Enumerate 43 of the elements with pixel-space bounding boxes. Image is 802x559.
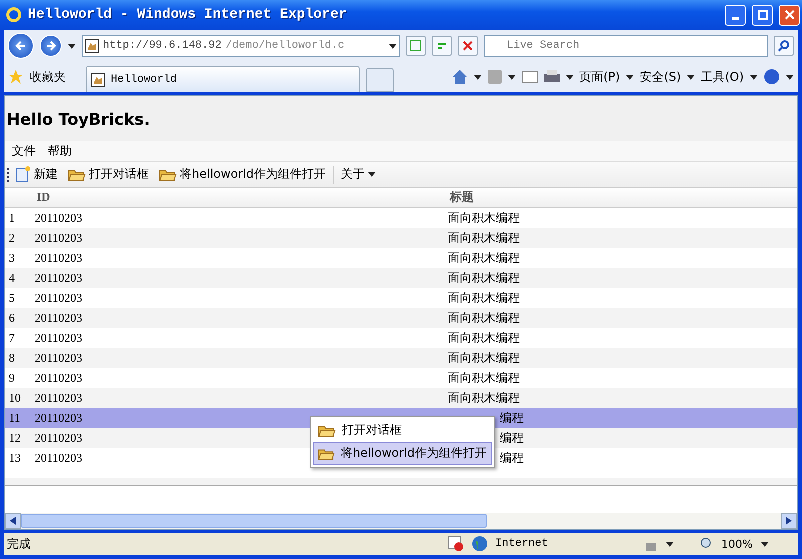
row-number: 8	[9, 350, 15, 366]
table-cell: 20110203	[35, 270, 83, 286]
table-cell: 20110203	[35, 210, 83, 226]
row-number: 9	[9, 370, 15, 386]
table-cell: 面向积木编程	[448, 350, 520, 366]
table-cell: 20110203	[35, 390, 83, 406]
row-number: 11	[9, 410, 21, 426]
table-cell: 20110203	[35, 350, 83, 366]
table-cell: 面向积木编程	[448, 250, 520, 266]
row-number: 5	[9, 290, 15, 306]
table-cell: 面向积木编程	[448, 210, 520, 226]
row-number: 13	[9, 450, 21, 466]
zone-text: Internet	[496, 538, 550, 550]
page-heading: Hello ToyBricks.	[5, 96, 797, 141]
window-title: Helloworld - Windows Internet Explorer	[28, 7, 348, 23]
table-cell: 20110203	[35, 370, 83, 386]
table-cell: 20110203	[35, 410, 83, 426]
table-cell: 面向积木编程	[448, 230, 520, 246]
row-number: 10	[9, 390, 21, 406]
table-cell: 20110203	[35, 290, 83, 306]
table-cell: 20110203	[35, 230, 83, 246]
row-number: 2	[9, 230, 15, 246]
table-cell: 面向积木编程	[448, 310, 520, 326]
row-number: 4	[9, 270, 15, 286]
table-cell: 20110203	[35, 250, 83, 266]
table-cell: 编程	[500, 410, 524, 426]
row-number: 12	[9, 430, 21, 446]
table-cell: 20110203	[35, 310, 83, 326]
table-cell: 20110203	[35, 430, 83, 446]
table-cell: 编程	[500, 430, 524, 446]
row-number: 3	[9, 250, 15, 266]
table-cell: 20110203	[35, 330, 83, 346]
table-cell: 面向积木编程	[448, 290, 520, 306]
table-cell: 面向积木编程	[448, 270, 520, 286]
status-text: 完成	[7, 536, 32, 552]
table-cell: 编程	[500, 450, 524, 466]
table-cell: 面向积木编程	[448, 370, 520, 386]
table-cell: 面向积木编程	[448, 330, 520, 346]
table-cell: 面向积木编程	[448, 390, 520, 406]
row-number: 6	[9, 310, 15, 326]
row-number: 1	[9, 210, 15, 226]
row-number: 7	[9, 330, 15, 346]
table-cell: 20110203	[35, 450, 83, 466]
